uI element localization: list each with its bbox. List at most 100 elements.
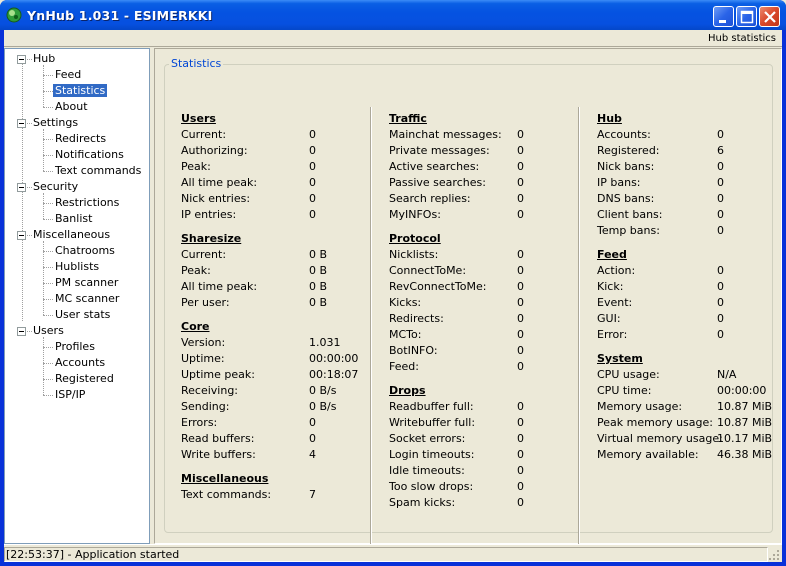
tree-group-label: Miscellaneous: [33, 228, 111, 241]
stat-label: MCTo:: [389, 328, 422, 341]
stat-label: Memory usage:: [597, 400, 683, 413]
stat-value: 0: [517, 312, 524, 325]
tree-connector: [43, 379, 53, 380]
tree-item-isp-ip[interactable]: ISP/IP: [53, 387, 87, 403]
stat-value: 6: [717, 144, 724, 157]
stat-label: Registered:: [597, 144, 660, 157]
stat-label: Feed:: [389, 360, 419, 373]
tree-item-registered[interactable]: Registered: [53, 371, 116, 387]
tree-connector: [43, 129, 44, 171]
stat-value: 0: [517, 160, 524, 173]
stat-value: 0: [517, 360, 524, 373]
tree-item-label: Restrictions: [55, 196, 120, 209]
tree-item-profiles[interactable]: Profiles: [53, 339, 97, 355]
collapse-icon[interactable]: [17, 183, 26, 192]
tree-group-settings[interactable]: Settings: [31, 115, 80, 131]
stat-label: Current:: [181, 128, 227, 141]
tree-connector: [43, 193, 44, 219]
tree-group-users[interactable]: Users: [31, 323, 66, 339]
tree-item-label: Text commands: [55, 164, 142, 177]
tree-item-text-commands[interactable]: Text commands: [53, 163, 143, 179]
stat-label: Nick bans:: [597, 160, 655, 173]
column-divider: [578, 107, 580, 547]
tree-connector: [43, 283, 53, 284]
stat-label: Active searches:: [389, 160, 480, 173]
collapse-icon[interactable]: [17, 119, 26, 128]
stat-label: RevConnectToMe:: [389, 280, 487, 293]
tree-item-notifications[interactable]: Notifications: [53, 147, 126, 163]
tree-item-hublists[interactable]: Hublists: [53, 259, 101, 275]
tree-item-banlist[interactable]: Banlist: [53, 211, 94, 227]
collapse-icon[interactable]: [17, 231, 26, 240]
tree-item-about[interactable]: About: [53, 99, 90, 115]
stat-value: 10.17 MiB: [717, 432, 773, 445]
title-bar[interactable]: YnHub 1.031 - ESIMERKKI: [0, 0, 786, 30]
tree-item-label: Accounts: [55, 356, 106, 369]
toolbar-divider: [4, 46, 782, 47]
tree-connector: [43, 65, 44, 107]
close-button[interactable]: [759, 6, 780, 27]
maximize-button[interactable]: [736, 6, 757, 27]
stat-value: 0: [717, 128, 724, 141]
tree-item-feed[interactable]: Feed: [53, 67, 83, 83]
stat-value: 0: [717, 328, 724, 341]
tree-connector: [43, 363, 53, 364]
stat-value: 00:00:00: [717, 384, 767, 397]
tree-item-accounts[interactable]: Accounts: [53, 355, 107, 371]
stat-label: Nick entries:: [181, 192, 251, 205]
close-icon: [764, 11, 776, 23]
stat-value: 00:18:07: [309, 368, 359, 381]
tree-connector: [43, 299, 53, 300]
minimize-button[interactable]: [713, 6, 734, 27]
tree-connector: [43, 251, 53, 252]
tree-group-hub[interactable]: Hub: [31, 51, 57, 67]
tree-connector: [43, 91, 53, 92]
stat-label: Peak:: [181, 264, 211, 277]
stat-label: Peak memory usage:: [597, 416, 713, 429]
tree-connector: [43, 337, 44, 395]
tree-group-label: Settings: [33, 116, 79, 129]
tree-item-statistics[interactable]: Statistics: [53, 83, 108, 99]
stat-label: Virtual memory usage:: [597, 432, 723, 445]
tree-connector: [43, 267, 53, 268]
collapse-icon[interactable]: [17, 55, 26, 64]
stat-label: Private messages:: [389, 144, 490, 157]
stat-value: 0: [517, 400, 524, 413]
stat-label: Mainchat messages:: [389, 128, 502, 141]
tree-item-redirects[interactable]: Redirects: [53, 131, 108, 147]
tree-item-label: Redirects: [55, 132, 107, 145]
tree-item-pm-scanner[interactable]: PM scanner: [53, 275, 120, 291]
resize-grip-icon[interactable]: [768, 549, 780, 561]
tree-item-label: Statistics: [53, 84, 108, 97]
tree-connector: [43, 315, 53, 316]
stat-label: Login timeouts:: [389, 448, 475, 461]
tree-group-security[interactable]: Security: [31, 179, 80, 195]
collapse-icon[interactable]: [17, 327, 26, 336]
navigation-tree[interactable]: Hub Feed Statistics About Settings Redirects N…: [4, 48, 150, 544]
stat-label: Nicklists:: [389, 248, 439, 261]
stat-label: Memory available:: [597, 448, 699, 461]
stat-label: Text commands:: [181, 488, 272, 501]
tree-item-restrictions[interactable]: Restrictions: [53, 195, 121, 211]
stat-value: 0: [517, 448, 524, 461]
tree-item-chatrooms[interactable]: Chatrooms: [53, 243, 117, 259]
tree-item-user-stats[interactable]: User stats: [53, 307, 112, 323]
maximize-icon: [740, 10, 754, 24]
stat-value: 0: [309, 208, 316, 221]
section-heading-miscellaneous: Miscellaneous: [181, 472, 269, 485]
stat-label: Idle timeouts:: [389, 464, 465, 477]
stat-label: All time peak:: [181, 176, 258, 189]
tree-item-label: MC scanner: [55, 292, 120, 305]
section-heading-feed: Feed: [597, 248, 627, 261]
status-text: [22:53:37] - Application started: [4, 547, 768, 562]
tree-item-mc-scanner[interactable]: MC scanner: [53, 291, 121, 307]
minimize-icon: [719, 20, 726, 23]
app-icon: [6, 7, 22, 23]
stat-label: CPU time:: [597, 384, 652, 397]
stat-value: 0 B/s: [309, 384, 337, 397]
stat-value: 1.031: [309, 336, 341, 349]
stat-value: 0: [309, 432, 316, 445]
stat-value: 0: [517, 416, 524, 429]
section-heading-hub: Hub: [597, 112, 622, 125]
tree-connector: [43, 395, 53, 396]
